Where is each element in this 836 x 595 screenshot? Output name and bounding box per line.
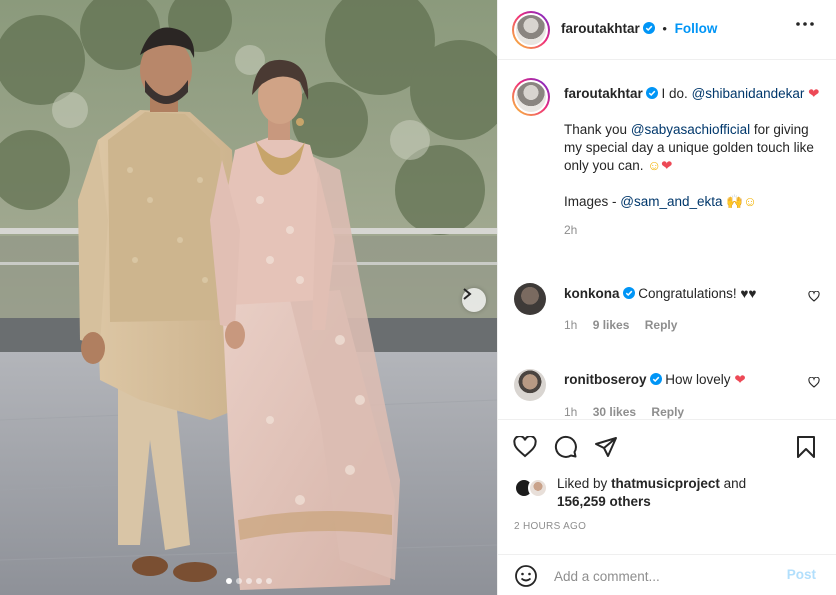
post-side-panel: faroutakhtar • Follow faroutakhtar I do.… (497, 0, 836, 595)
post-actions: Liked by thatmusicproject and 156,259 ot… (498, 419, 836, 595)
verified-badge-icon (649, 373, 662, 385)
comment-text: How lovely (665, 372, 731, 387)
liked-by-prefix: Liked by (557, 476, 608, 491)
like-comment-heart-icon[interactable] (808, 377, 820, 388)
emoji-icon[interactable] (514, 564, 538, 588)
save-bookmark-icon[interactable] (796, 435, 816, 459)
verified-badge-icon (645, 87, 658, 99)
mention-link[interactable]: @shibanidandekar (692, 86, 805, 101)
carousel-dot (266, 578, 272, 584)
comment-likes[interactable]: 9 likes (593, 318, 630, 332)
like-heart-icon[interactable] (513, 436, 537, 458)
comment-username[interactable]: konkona (564, 286, 620, 301)
red-heart-emoji-icon: ❤ (808, 86, 820, 101)
author-username[interactable]: faroutakhtar (561, 21, 640, 36)
comment-text: Congratulations! ♥♥ (638, 286, 757, 301)
reply-button[interactable]: Reply (645, 318, 678, 332)
like-comment-heart-icon[interactable] (808, 291, 820, 302)
verified-badge-icon (622, 287, 635, 299)
carousel-dot (226, 578, 232, 584)
post-comment-button[interactable]: Post (787, 567, 816, 582)
comment-item: konkona Congratulations! ♥♥ 1h 9 likes R… (498, 279, 836, 339)
chevron-right-icon (463, 288, 472, 300)
caption-text-2a: Thank you (564, 122, 628, 137)
red-heart-emoji-icon: ❤ (734, 372, 746, 387)
carousel-dot (236, 578, 242, 584)
post-timestamp[interactable]: 2 HOURS AGO (514, 521, 586, 532)
comment-time: 1h (564, 318, 578, 332)
verified-badge-icon (642, 22, 655, 34)
commenter-avatar[interactable] (514, 283, 546, 315)
comments-section[interactable]: faroutakhtar I do. @shibanidandekar ❤ Th… (498, 61, 836, 419)
liker-avatar[interactable] (528, 478, 548, 498)
red-heart-emoji-icon: ❤ (661, 158, 673, 173)
carousel-dot (246, 578, 252, 584)
comment-time: 1h (564, 405, 578, 419)
caption: faroutakhtar I do. @shibanidandekar ❤ Th… (564, 85, 820, 237)
post-photo[interactable] (0, 0, 497, 595)
carousel-next-button[interactable] (462, 288, 486, 312)
comment-username[interactable]: ronitboseroy (564, 372, 647, 387)
reply-button[interactable]: Reply (651, 405, 684, 419)
liked-by-user[interactable]: thatmusicproject (611, 476, 720, 491)
liked-by-and: and (723, 476, 747, 491)
mention-link[interactable]: @sam_and_ekta (620, 194, 722, 209)
smile-emoji-icon: ☺ (647, 158, 662, 173)
hands-emoji-icon: 🙌 (726, 194, 744, 209)
comment-item: ronitboseroy How lovely ❤ 1h 30 likes Re… (498, 365, 836, 419)
commenter-avatar[interactable] (514, 369, 546, 401)
caption-text-3: Images - (564, 194, 617, 209)
likes-others-count[interactable]: 156,259 others (557, 494, 651, 509)
separator-dot: • (662, 21, 667, 36)
caption-text-1: I do. (661, 86, 688, 101)
wedding-photo-illustration (0, 0, 497, 595)
caption-avatar[interactable] (512, 78, 550, 116)
author-avatar[interactable] (512, 11, 550, 49)
carousel-dots (226, 578, 272, 584)
share-paper-plane-icon[interactable] (594, 435, 618, 459)
add-comment-input[interactable] (554, 566, 774, 586)
post-header: faroutakhtar • Follow (498, 0, 836, 60)
caption-time: 2h (564, 223, 578, 237)
more-options-icon[interactable] (796, 22, 814, 26)
comment-composer: Post (498, 554, 836, 595)
caption-username[interactable]: faroutakhtar (564, 86, 643, 101)
comment-bubble-icon[interactable] (554, 435, 578, 459)
smile-emoji-icon: ☺ (743, 194, 757, 209)
mention-link[interactable]: @sabyasachiofficial (631, 122, 750, 137)
comment-likes[interactable]: 30 likes (593, 405, 636, 419)
follow-button[interactable]: Follow (675, 21, 718, 36)
carousel-dot (256, 578, 262, 584)
